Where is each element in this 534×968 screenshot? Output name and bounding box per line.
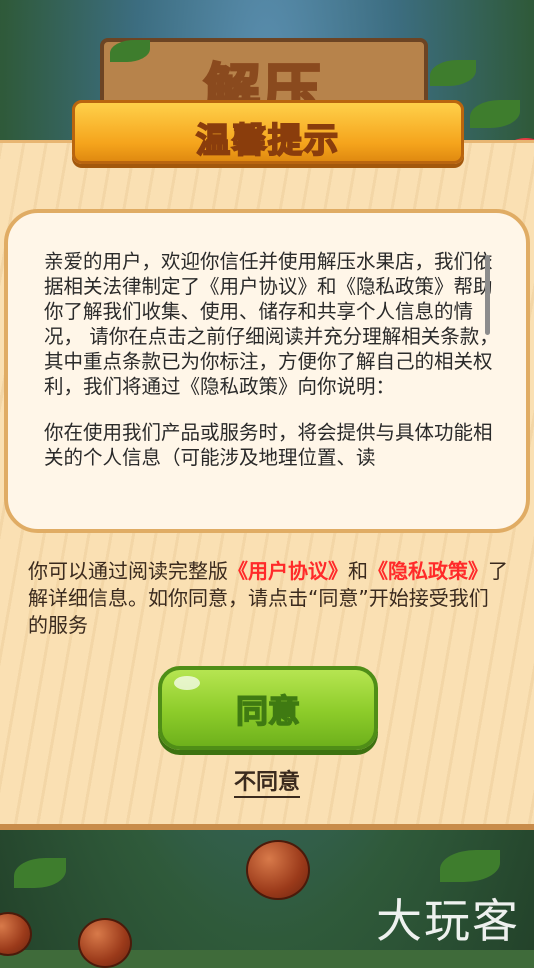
leaf-icon bbox=[430, 60, 476, 86]
fruit-icon bbox=[0, 912, 32, 956]
user-agreement-link[interactable]: 《用户协议》 bbox=[228, 559, 348, 583]
consent-notice: 你可以通过阅读完整版《用户协议》和《隐私政策》了解详细信息。如你同意，请点击“同… bbox=[28, 558, 508, 639]
watermark-text: 大玩客 bbox=[376, 894, 520, 948]
dialog-title: 温馨提示 bbox=[195, 120, 340, 162]
notice-and: 和 bbox=[348, 559, 368, 583]
agree-button-label: 同意 bbox=[235, 691, 301, 731]
terms-paragraph: 你在使用我们产品或服务时，将会提供与具体功能相关的个人信息（可能涉及地理位置、读 bbox=[44, 421, 493, 469]
terms-paragraph: 亲爱的用户，欢迎你信任并使用解压水果店，我们依据相关法律制定了《用户协议》和《隐… bbox=[44, 250, 499, 398]
leaf-icon bbox=[440, 850, 500, 882]
agree-button[interactable]: 同意 bbox=[158, 666, 378, 750]
leaf-icon bbox=[470, 100, 520, 128]
disagree-button[interactable]: 不同意 bbox=[0, 764, 534, 798]
terms-text-container[interactable]: 亲爱的用户，欢迎你信任并使用解压水果店，我们依据相关法律制定了《用户协议》和《隐… bbox=[44, 249, 499, 509]
terms-scrollbar[interactable] bbox=[485, 255, 490, 335]
privacy-policy-link[interactable]: 《隐私政策》 bbox=[368, 559, 488, 583]
fruit-icon bbox=[78, 918, 132, 968]
fruit-icon bbox=[246, 840, 310, 900]
dialog-title-banner: 温馨提示 bbox=[72, 100, 464, 164]
leaf-icon bbox=[14, 858, 66, 888]
terms-scroll-panel[interactable]: 亲爱的用户，欢迎你信任并使用解压水果店，我们依据相关法律制定了《用户协议》和《隐… bbox=[4, 209, 530, 533]
notice-prefix: 你可以通过阅读完整版 bbox=[28, 559, 228, 583]
disagree-button-label: 不同意 bbox=[233, 770, 300, 798]
